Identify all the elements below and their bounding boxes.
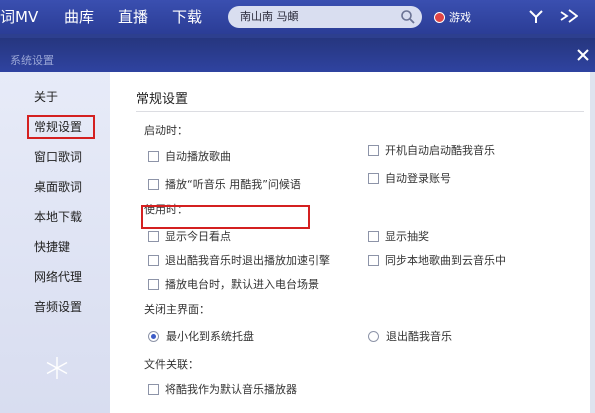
checkbox-label: 退出酷我音乐时退出播放加速引擎: [165, 254, 330, 267]
game-icon: [434, 11, 445, 23]
skin-icon[interactable]: [528, 8, 544, 28]
sidebar-item-about[interactable]: 关于: [34, 88, 58, 105]
radio-exit-app[interactable]: 退出酷我音乐: [368, 328, 452, 344]
sidebar-item-audio[interactable]: 音频设置: [34, 298, 82, 315]
checkbox-label: 自动播放歌曲: [165, 150, 231, 163]
greeting-option-highlight: [141, 205, 310, 229]
checkbox-daily-highlights[interactable]: 显示今日看点: [148, 228, 231, 244]
title-divider: [136, 111, 584, 112]
checkbox-exit-accelerator[interactable]: 退出酷我音乐时退出播放加速引擎: [148, 252, 330, 268]
radio-minimize-tray[interactable]: 最小化到系统托盘: [148, 328, 254, 344]
snowflake-icon: [44, 355, 70, 385]
checkbox-label: 开机自动启动酷我音乐: [385, 144, 495, 157]
checkbox-box[interactable]: [148, 178, 159, 190]
checkbox-auto-start[interactable]: 开机自动启动酷我音乐: [368, 142, 495, 158]
game-link[interactable]: 游戏: [434, 8, 471, 26]
settings-menu-icon[interactable]: [560, 8, 579, 28]
dialog-title-bar[interactable]: 系统设置: [0, 38, 595, 72]
checkbox-label: 播放电台时，默认进入电台场景: [165, 278, 319, 291]
checkbox-sync-cloud[interactable]: 同步本地歌曲到云音乐中: [368, 252, 506, 268]
checkbox-label: 显示今日看点: [165, 230, 231, 243]
checkbox-show-lottery[interactable]: 显示抽奖: [368, 228, 429, 244]
checkbox-box[interactable]: [148, 278, 159, 290]
section-file-assoc: 文件关联：: [144, 358, 199, 371]
sidebar-item-shortcuts[interactable]: 快捷键: [34, 238, 70, 255]
dialog-title: 系统设置: [10, 54, 54, 67]
sidebar-item-window-lyrics[interactable]: 窗口歌词: [34, 148, 82, 165]
checkbox-greeting[interactable]: 播放“听音乐 用酷我”问候语: [148, 176, 301, 192]
search-icon[interactable]: [400, 9, 416, 29]
sidebar-item-local-download[interactable]: 本地下载: [34, 208, 82, 225]
radio-label: 最小化到系统托盘: [166, 330, 254, 343]
checkbox-auto-login[interactable]: 自动登录账号: [368, 170, 451, 186]
game-label: 游戏: [449, 11, 471, 24]
checkbox-label: 显示抽奖: [385, 230, 429, 243]
nav-mv[interactable]: 词MV: [0, 0, 38, 34]
checkbox-box[interactable]: [368, 144, 379, 156]
checkbox-box[interactable]: [368, 230, 379, 242]
checkbox-box[interactable]: [148, 150, 159, 162]
checkbox-label: 播放“听音乐 用酷我”问候语: [165, 178, 301, 191]
checkbox-radio-scene[interactable]: 播放电台时，默认进入电台场景: [148, 276, 319, 292]
sidebar-selection-highlight: [27, 115, 95, 139]
radio-button-selected[interactable]: [148, 330, 159, 342]
nav-library[interactable]: 曲库: [64, 0, 94, 34]
checkbox-label: 自动登录账号: [385, 172, 451, 185]
dialog-scrollbar[interactable]: [590, 72, 595, 413]
settings-content: 常规设置 启动时： 自动播放歌曲 开机自动启动酷我音乐 播放“听音乐 用酷我”问…: [110, 72, 590, 413]
section-close-main: 关闭主界面：: [144, 303, 210, 316]
app-top-bar: 词MV 曲库 直播 下载 南山南 马頔 游戏: [0, 0, 595, 34]
checkbox-box[interactable]: [148, 254, 159, 266]
checkbox-box[interactable]: [148, 383, 159, 395]
radio-button[interactable]: [368, 330, 379, 342]
radio-label: 退出酷我音乐: [386, 330, 452, 343]
search-input[interactable]: 南山南 马頔: [228, 6, 422, 28]
sidebar-item-proxy[interactable]: 网络代理: [34, 268, 82, 285]
close-icon[interactable]: [575, 47, 591, 67]
nav-download[interactable]: 下载: [172, 0, 202, 34]
sidebar-item-desktop-lyrics[interactable]: 桌面歌词: [34, 178, 82, 195]
settings-dialog: 系统设置 关于 常规设置 窗口歌词 桌面歌词 本地下载 快捷键 网络代理 音频设…: [0, 38, 595, 413]
checkbox-box[interactable]: [368, 254, 379, 266]
checkbox-default-player[interactable]: 将酷我作为默认音乐播放器: [148, 381, 297, 397]
nav-live[interactable]: 直播: [118, 0, 148, 34]
checkbox-box[interactable]: [368, 172, 379, 184]
checkbox-box[interactable]: [148, 230, 159, 242]
checkbox-label: 同步本地歌曲到云音乐中: [385, 254, 506, 267]
content-title: 常规设置: [136, 92, 189, 107]
checkbox-autoplay[interactable]: 自动播放歌曲: [148, 148, 231, 164]
checkbox-label: 将酷我作为默认音乐播放器: [165, 383, 297, 396]
search-value: 南山南 马頔: [240, 10, 299, 23]
section-startup: 启动时：: [144, 124, 188, 137]
